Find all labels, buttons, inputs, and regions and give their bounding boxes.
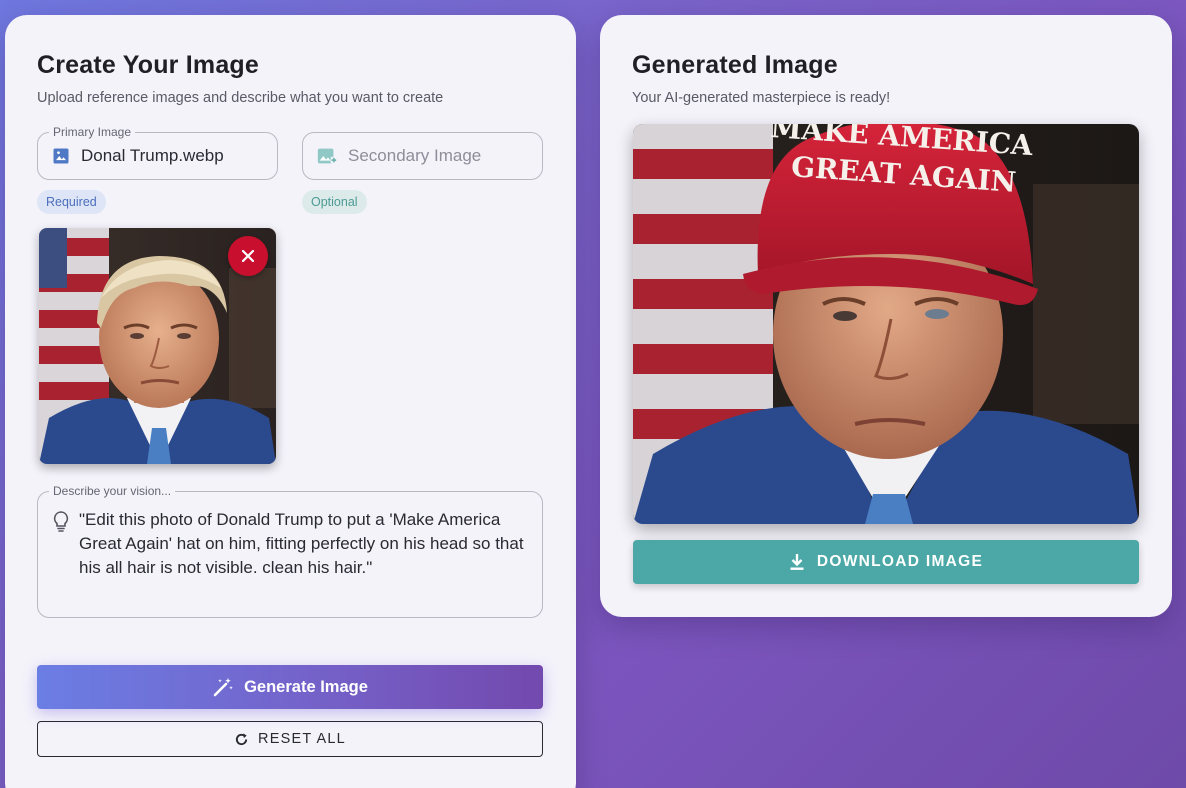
lightbulb-icon <box>52 510 70 532</box>
add-photo-icon <box>316 145 338 167</box>
vision-textarea[interactable]: Describe your vision... "Edit this photo… <box>37 484 543 618</box>
remove-image-button[interactable] <box>228 236 268 276</box>
refresh-icon <box>234 732 249 747</box>
secondary-image-placeholder: Secondary Image <box>348 146 482 165</box>
download-icon <box>789 553 805 571</box>
reset-all-button[interactable]: RESET ALL <box>37 721 543 757</box>
primary-image-legend: Primary Image <box>49 125 136 139</box>
primary-image-value: Donal Trump.webp <box>81 146 224 165</box>
generated-subtitle: Your AI-generated masterpiece is ready! <box>632 90 891 106</box>
required-chip: Required <box>37 190 106 214</box>
primary-image-field[interactable]: Primary Image Donal Trump.webp <box>37 125 278 180</box>
secondary-image-field[interactable]: Secondary Image <box>302 132 543 180</box>
create-image-card: Create Your Image Upload reference image… <box>5 15 576 788</box>
generated-image-card: Generated Image Your AI-generated master… <box>600 15 1172 617</box>
create-subtitle: Upload reference images and describe wha… <box>37 90 444 106</box>
download-image-button[interactable]: DOWNLOAD IMAGE <box>633 540 1139 584</box>
generated-image: MAKE AMERICA GREAT AGAIN <box>633 124 1139 524</box>
download-label: DOWNLOAD IMAGE <box>816 553 984 570</box>
vision-legend: Describe your vision... <box>49 484 176 498</box>
vision-text: "Edit this photo of Donald Trump to put … <box>79 510 524 577</box>
generate-label: Generate Image <box>244 677 368 696</box>
magic-wand-icon <box>212 676 234 698</box>
close-icon <box>241 249 255 263</box>
generated-title: Generated Image <box>632 51 838 79</box>
image-icon <box>51 146 71 166</box>
create-title: Create Your Image <box>37 51 260 79</box>
reset-label: RESET ALL <box>258 731 346 747</box>
generate-image-button[interactable]: Generate Image <box>37 665 543 709</box>
optional-chip: Optional <box>302 190 367 214</box>
